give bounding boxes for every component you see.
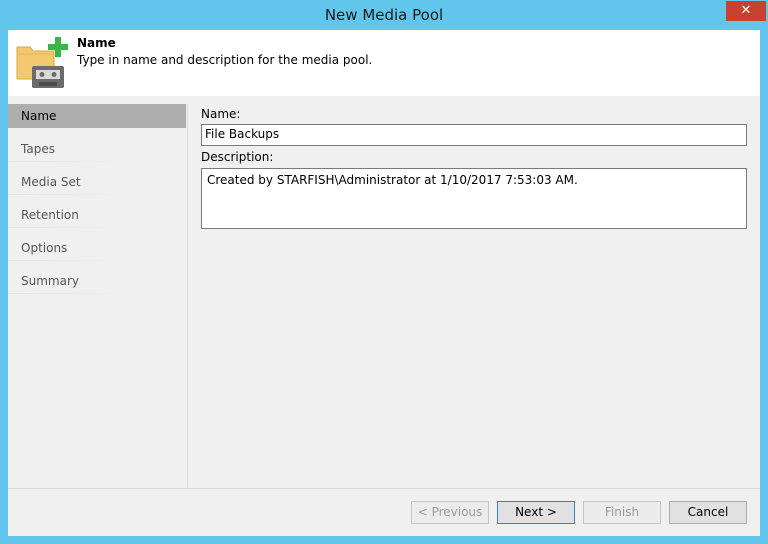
step-title: Name (77, 36, 116, 50)
nav-separator (8, 260, 128, 261)
window-title: New Media Pool (324, 6, 444, 24)
step-description: Type in name and description for the med… (77, 53, 373, 67)
footer-divider (8, 488, 760, 489)
dialog-window: New Media Pool ✕ Name Type in name and d… (0, 0, 768, 544)
wizard-steps-nav: Name Tapes Media Set Retention Options S… (8, 104, 188, 488)
nav-step-tapes[interactable]: Tapes (8, 137, 186, 161)
dialog-client-area: Name Type in name and description for th… (8, 30, 760, 536)
previous-button[interactable]: < Previous (411, 501, 489, 524)
wizard-header: Name Type in name and description for th… (8, 30, 760, 96)
cancel-button[interactable]: Cancel (669, 501, 747, 524)
nav-divider (187, 104, 188, 488)
close-button[interactable]: ✕ (726, 1, 766, 21)
nav-step-summary[interactable]: Summary (8, 269, 186, 293)
nav-step-options[interactable]: Options (8, 236, 186, 260)
nav-separator (8, 227, 128, 228)
next-button[interactable]: Next > (497, 501, 575, 524)
description-label: Description: (201, 150, 274, 164)
finish-button[interactable]: Finish (583, 501, 661, 524)
nav-step-media-set[interactable]: Media Set (8, 170, 186, 194)
name-label: Name: (201, 107, 241, 121)
title-bar[interactable]: New Media Pool ✕ (0, 0, 768, 30)
name-input[interactable]: File Backups (201, 124, 747, 146)
media-pool-add-icon (16, 37, 68, 88)
nav-step-name[interactable]: Name (8, 104, 186, 128)
nav-step-retention[interactable]: Retention (8, 203, 186, 227)
description-textarea[interactable]: Created by STARFISH\Administrator at 1/1… (201, 168, 747, 229)
nav-separator (8, 161, 128, 162)
nav-separator (8, 293, 128, 294)
nav-separator (8, 194, 128, 195)
